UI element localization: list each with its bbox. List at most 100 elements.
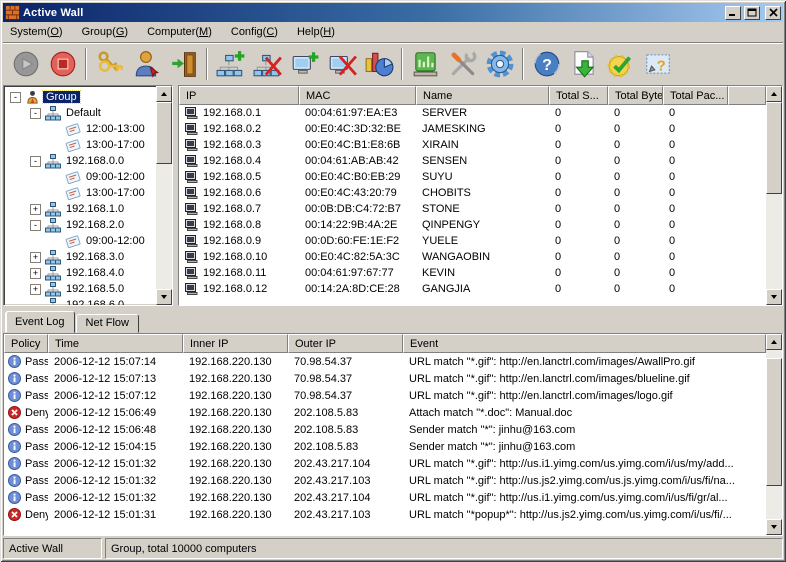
settings-gear-button[interactable] (481, 46, 518, 82)
tools-button[interactable] (444, 46, 481, 82)
scroll-thumb[interactable] (766, 358, 782, 486)
scroll-up-button[interactable] (766, 334, 782, 350)
computer-table-scrollbar[interactable] (766, 86, 782, 305)
computer-row[interactable]: 192.168.0.11 00:04:61:97:67:77 KEVIN 0 0… (179, 265, 766, 281)
tree-expander[interactable]: - (30, 108, 41, 119)
tree-item[interactable]: + 192.168.1.0 (6, 201, 156, 217)
scroll-up-button[interactable] (156, 86, 172, 102)
column-header-mac[interactable]: MAC (299, 86, 416, 105)
computer-row[interactable]: 192.168.0.3 00:E0:4C:B1:E8:6B XIRAIN 0 0… (179, 137, 766, 153)
tree-expander[interactable]: - (30, 220, 41, 231)
export-log-button[interactable] (565, 46, 602, 82)
add-computer-button[interactable] (286, 46, 323, 82)
scroll-up-button[interactable] (766, 86, 782, 102)
auth-keys-button[interactable] (91, 46, 128, 82)
tree-item[interactable]: 192.168.6.0 (6, 297, 156, 305)
computer-row[interactable]: 192.168.0.1 00:04:61:97:EA:E3 SERVER 0 0… (179, 105, 766, 121)
column-header-total-s[interactable]: Total S... (549, 86, 608, 105)
scroll-thumb[interactable] (766, 102, 782, 194)
column-header-total-pac[interactable]: Total Pac... (663, 86, 728, 105)
logout-door-button[interactable] (165, 46, 202, 82)
add-group-button[interactable] (212, 46, 249, 82)
menu-help[interactable]: Help(H) (291, 24, 341, 40)
tree-item[interactable]: + 192.168.4.0 (6, 265, 156, 281)
scroll-down-button[interactable] (766, 519, 782, 535)
scroll-track[interactable] (766, 350, 782, 519)
computer-row[interactable]: 192.168.0.12 00:14:2A:8D:CE:28 GANGJIA 0… (179, 281, 766, 297)
computer-row[interactable]: 192.168.0.2 00:E0:4C:3D:32:BE JAMESKING … (179, 121, 766, 137)
delete-computer-button[interactable] (323, 46, 360, 82)
column-header-total-byte[interactable]: Total Byte (608, 86, 663, 105)
computer-icon (185, 283, 199, 295)
statistics-pie-button[interactable] (360, 46, 397, 82)
stop-button[interactable] (44, 46, 81, 82)
event-inner-ip: 192.168.220.130 (183, 387, 288, 404)
maximize-button[interactable] (744, 6, 760, 20)
tree-expander[interactable]: + (30, 284, 41, 295)
scroll-down-button[interactable] (766, 289, 782, 305)
tree-expander[interactable]: + (30, 252, 41, 263)
check-button[interactable] (602, 46, 639, 82)
scroll-thumb[interactable] (156, 102, 172, 164)
tree-item[interactable]: 09:00-12:00 (6, 169, 156, 185)
tree-expander[interactable]: + (30, 268, 41, 279)
scroll-track[interactable] (156, 102, 172, 289)
menu-config[interactable]: Config(C) (225, 24, 284, 40)
event-row[interactable]: Deny 2006-12-12 15:06:49 192.168.220.130… (4, 404, 766, 421)
column-header-event[interactable]: Event (403, 334, 766, 353)
tree-item[interactable]: 09:00-12:00 (6, 233, 156, 249)
scroll-down-button[interactable] (156, 289, 172, 305)
event-row[interactable]: Pass 2006-12-12 15:07:14 192.168.220.130… (4, 353, 766, 370)
title-bar[interactable]: Active Wall (3, 3, 783, 22)
tab-event-log[interactable]: Event Log (5, 311, 75, 333)
menu-group[interactable]: Group(G) (76, 24, 134, 40)
about-query-button[interactable]: ? (639, 46, 676, 82)
close-button[interactable] (765, 6, 781, 20)
tree-item[interactable]: 13:00-17:00 (6, 185, 156, 201)
help-button[interactable]: ? (528, 46, 565, 82)
tree-item[interactable]: + 192.168.3.0 (6, 249, 156, 265)
computer-row[interactable]: 192.168.0.8 00:14:22:9B:4A:2E QINPENGY 0… (179, 217, 766, 233)
computer-row[interactable]: 192.168.0.10 00:E0:4C:82:5A:3C WANGAOBIN… (179, 249, 766, 265)
tree-item[interactable]: - Group (6, 89, 156, 105)
tree-item[interactable]: - 192.168.2.0 (6, 217, 156, 233)
column-header-outer-ip[interactable]: Outer IP (288, 334, 403, 353)
flow-chart-button[interactable] (407, 46, 444, 82)
event-row[interactable]: Pass 2006-12-12 15:06:48 192.168.220.130… (4, 421, 766, 438)
column-header-time[interactable]: Time (48, 334, 183, 353)
event-row[interactable]: Pass 2006-12-12 15:04:15 192.168.220.130… (4, 438, 766, 455)
tree-item[interactable]: + 192.168.5.0 (6, 281, 156, 297)
user-login-button[interactable] (128, 46, 165, 82)
computer-row[interactable]: 192.168.0.5 00:E0:4C:B0:EB:29 SUYU 0 0 0 (179, 169, 766, 185)
tree-expander[interactable]: + (30, 204, 41, 215)
menu-computer[interactable]: Computer(M) (141, 24, 218, 40)
computer-row[interactable]: 192.168.0.6 00:E0:4C:43:20:79 CHOBITS 0 … (179, 185, 766, 201)
computer-row[interactable]: 192.168.0.9 00:0D:60:FE:1E:F2 YUELE 0 0 … (179, 233, 766, 249)
event-row[interactable]: Pass 2006-12-12 15:07:12 192.168.220.130… (4, 387, 766, 404)
event-table-scrollbar[interactable] (766, 334, 782, 535)
tree-scrollbar[interactable] (156, 86, 172, 305)
event-row[interactable]: Pass 2006-12-12 15:07:13 192.168.220.130… (4, 370, 766, 387)
minimize-button[interactable] (725, 6, 741, 20)
column-header-inner-ip[interactable]: Inner IP (183, 334, 288, 353)
tree-item[interactable]: 12:00-13:00 (6, 121, 156, 137)
menu-system[interactable]: System(O) (4, 24, 69, 40)
scroll-track[interactable] (766, 102, 782, 289)
tree-item[interactable]: - Default (6, 105, 156, 121)
event-row[interactable]: Deny 2006-12-12 15:01:31 192.168.220.130… (4, 506, 766, 523)
event-row[interactable]: Pass 2006-12-12 15:01:32 192.168.220.130… (4, 472, 766, 489)
tree-expander[interactable]: - (30, 156, 41, 167)
tree-expander[interactable]: - (10, 92, 21, 103)
column-header-policy[interactable]: Policy (4, 334, 48, 353)
event-row[interactable]: Pass 2006-12-12 15:01:32 192.168.220.130… (4, 489, 766, 506)
computer-row[interactable]: 192.168.0.4 00:04:61:AB:AB:42 SENSEN 0 0… (179, 153, 766, 169)
tree-item[interactable]: 13:00-17:00 (6, 137, 156, 153)
delete-group-button[interactable] (249, 46, 286, 82)
column-header-ip[interactable]: IP (179, 86, 299, 105)
event-row[interactable]: Pass 2006-12-12 15:01:32 192.168.220.130… (4, 455, 766, 472)
tab-net-flow[interactable]: Net Flow (76, 314, 139, 333)
computer-row[interactable]: 192.168.0.7 00:0B:DB:C4:72:B7 STONE 0 0 … (179, 201, 766, 217)
tree-item[interactable]: - 192.168.0.0 (6, 153, 156, 169)
column-header-name[interactable]: Name (416, 86, 549, 105)
start-button[interactable] (7, 46, 44, 82)
